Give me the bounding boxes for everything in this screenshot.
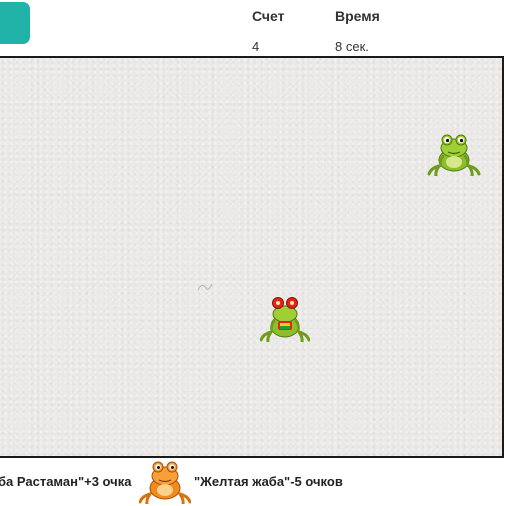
score-value: 4	[252, 39, 260, 54]
play-field[interactable]	[0, 56, 504, 458]
paper-mark-icon	[197, 283, 213, 291]
yellow-frog-icon	[139, 461, 191, 504]
menu-button[interactable]	[0, 2, 30, 44]
game-root: Счет 4 Время 8 сек. ба Растаман"+3 очка …	[0, 0, 506, 506]
legend-yellow-text: "Желтая жаба"-5 очков	[194, 474, 343, 489]
time-value: 8 сек.	[335, 39, 369, 54]
score-label: Счет	[252, 8, 285, 24]
legend-rastaman-text: ба Растаман"+3 очка	[0, 474, 132, 489]
rastaman-frog-icon[interactable]	[260, 294, 310, 342]
time-label: Время	[335, 8, 380, 24]
green-frog-icon[interactable]	[427, 130, 481, 176]
